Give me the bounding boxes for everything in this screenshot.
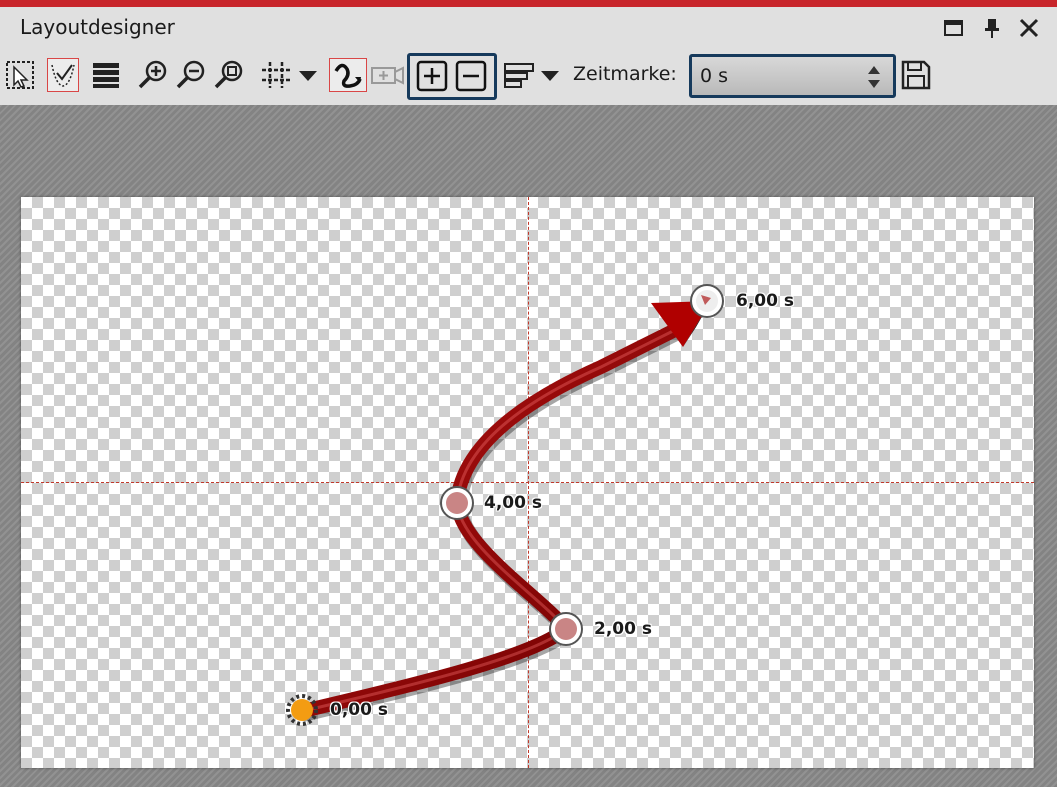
- layout-canvas[interactable]: 6,00 s 4,00 s 2,00 s 0,00 s: [21, 197, 1034, 768]
- close-icon[interactable]: [1017, 16, 1041, 40]
- title-bar: Layoutdesigner: [0, 7, 1057, 47]
- keyframe-label-2s: 2,00 s: [594, 619, 652, 639]
- remove-keyframe-icon[interactable]: [455, 60, 487, 94]
- zeitmarke-value[interactable]: 0 s: [700, 65, 728, 87]
- keyframe-handle-2s[interactable]: [549, 612, 583, 646]
- zeitmarke-label: Zeitmarke:: [573, 63, 677, 85]
- zeitmarke-input[interactable]: 0 s: [689, 54, 896, 98]
- window-accent-bar: [0, 0, 1057, 7]
- keyframe-label-4s: 4,00 s: [484, 493, 542, 513]
- toolbar: Zeitmarke: 0 s: [0, 47, 1057, 105]
- zoom-in-icon[interactable]: [137, 58, 169, 92]
- keyframe-handle-4s[interactable]: [440, 486, 474, 520]
- layers-list-icon[interactable]: [90, 58, 122, 92]
- maximize-icon[interactable]: [942, 16, 966, 40]
- curve-path-icon[interactable]: [329, 58, 367, 92]
- path-stroke[interactable]: [296, 320, 688, 718]
- add-keyframe-icon[interactable]: [416, 60, 448, 94]
- grid-icon[interactable]: [259, 58, 321, 92]
- align-icon[interactable]: [503, 58, 565, 92]
- keyframe-label-0s: 0,00 s: [330, 700, 388, 720]
- spinner-icon[interactable]: [865, 61, 883, 97]
- keyframe-handle-6s[interactable]: [690, 284, 724, 318]
- keyframe-label-6s: 6,00 s: [736, 291, 794, 311]
- motion-path-tool-icon[interactable]: [47, 58, 79, 92]
- camera-icon: [370, 58, 406, 92]
- motion-path[interactable]: [21, 197, 1034, 768]
- window-title: Layoutdesigner: [20, 15, 175, 39]
- save-icon[interactable]: [900, 58, 932, 92]
- select-tool-icon[interactable]: [4, 58, 36, 92]
- pin-icon[interactable]: [980, 16, 1004, 40]
- zoom-fit-icon[interactable]: [213, 58, 245, 92]
- zoom-out-icon[interactable]: [175, 58, 207, 92]
